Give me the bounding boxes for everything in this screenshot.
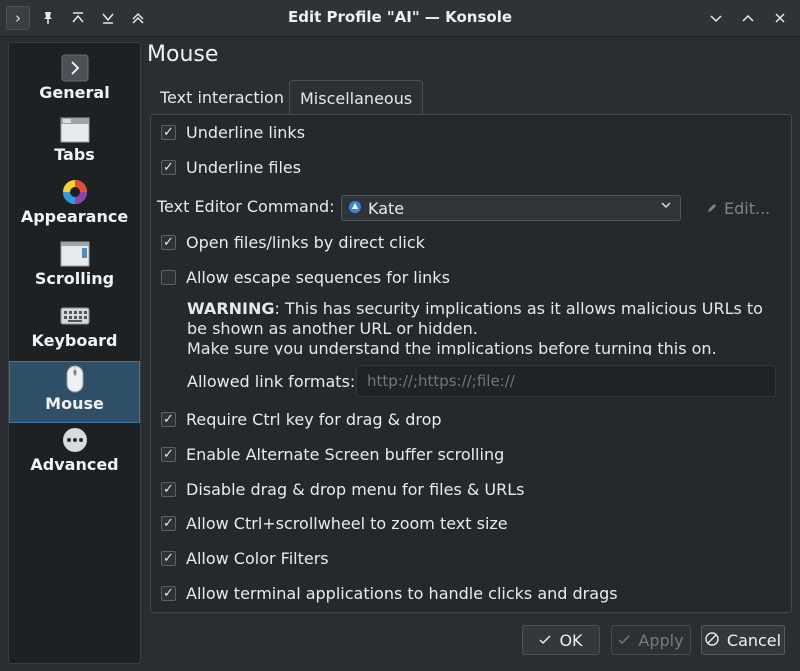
allowed-formats-field[interactable]: [356, 365, 776, 397]
check-icon: [539, 631, 551, 650]
alt-screen-row[interactable]: ✓ Enable Alternate Screen buffer scrolli…: [161, 445, 504, 464]
warning-strong: WARNING: [187, 299, 275, 318]
sidebar-item-label: Keyboard: [31, 331, 118, 350]
disable-dnd-menu-row[interactable]: ✓ Disable drag & drop menu for files & U…: [161, 480, 525, 499]
mouse-icon: [60, 364, 90, 394]
sidebar-item-advanced[interactable]: Advanced: [9, 423, 140, 485]
check-icon: [618, 631, 630, 650]
ellipsis-icon: [60, 425, 90, 455]
ctrl-scroll-zoom-row[interactable]: ✓ Allow Ctrl+scrollwheel to zoom text si…: [161, 514, 508, 533]
pencil-icon: [706, 199, 718, 218]
color-filters-checkbox[interactable]: ✓: [161, 551, 176, 566]
escape-sequences-row[interactable]: Allow escape sequences for links: [161, 268, 450, 287]
minimize-icon[interactable]: [704, 6, 728, 30]
keyboard-icon: [60, 301, 90, 331]
underline-links-label: Underline links: [186, 123, 306, 142]
sidebar-item-label: Appearance: [20, 207, 129, 226]
title-bar: › Edit Profile "AI" — Konsole: [0, 0, 800, 37]
ok-button[interactable]: OK: [522, 625, 600, 655]
sidebar-item-label: Tabs: [54, 145, 95, 164]
edit-button[interactable]: Edit...: [706, 195, 770, 221]
color-filters-row[interactable]: ✓ Allow Color Filters: [161, 549, 329, 568]
open-by-click-checkbox[interactable]: ✓: [161, 235, 176, 250]
page-title: Mouse: [147, 42, 219, 67]
tab-miscellaneous[interactable]: Miscellaneous: [289, 80, 424, 115]
allowed-formats-input[interactable]: [357, 366, 775, 396]
apply-button[interactable]: Apply: [611, 625, 691, 655]
underline-files-checkbox[interactable]: ✓: [161, 160, 176, 175]
require-ctrl-checkbox[interactable]: ✓: [161, 412, 176, 427]
underline-links-checkbox[interactable]: ✓: [161, 125, 176, 140]
text-editor-combo[interactable]: Kate: [341, 195, 681, 221]
security-warning: WARNING: This has security implications …: [187, 299, 787, 355]
sidebar-item-mouse[interactable]: Mouse: [9, 361, 140, 423]
title-bar-right-buttons: [704, 6, 792, 30]
terminal-clicks-row[interactable]: ✓ Allow terminal applications to handle …: [161, 584, 618, 603]
sidebar-item-tabs[interactable]: Tabs: [9, 113, 140, 175]
require-ctrl-label: Require Ctrl key for drag & drop: [186, 410, 442, 429]
tabs-icon: [60, 115, 90, 145]
sidebar-item-keyboard[interactable]: Keyboard: [9, 299, 140, 361]
apply-label: Apply: [638, 630, 684, 650]
sidebar-item-label: General: [39, 83, 110, 102]
maximize-icon[interactable]: [736, 6, 760, 30]
underline-links-row[interactable]: ✓ Underline links: [161, 123, 305, 142]
terminal-clicks-label: Allow terminal applications to handle cl…: [186, 584, 618, 603]
cancel-button[interactable]: Cancel: [701, 625, 785, 655]
escape-sequences-label: Allow escape sequences for links: [186, 268, 450, 287]
sidebar-item-general[interactable]: General: [9, 51, 140, 113]
close-icon[interactable]: [768, 6, 792, 30]
disable-dnd-menu-checkbox[interactable]: ✓: [161, 482, 176, 497]
terminal-clicks-checkbox[interactable]: ✓: [161, 586, 176, 601]
disable-dnd-menu-label: Disable drag & drop menu for files & URL…: [186, 480, 525, 499]
profile-sections-sidebar: General Tabs Appearance Scrolling Keyboa…: [8, 42, 141, 664]
sidebar-item-label: Mouse: [45, 394, 104, 413]
ok-label: OK: [559, 630, 583, 650]
warning-text-2: Make sure you understand the implication…: [187, 339, 717, 355]
chevron-right-icon: [60, 53, 90, 83]
allowed-formats-label: Allowed link formats:: [187, 372, 356, 391]
sidebar-item-appearance[interactable]: Appearance: [9, 175, 140, 237]
cancel-label: Cancel: [726, 630, 782, 650]
ctrl-scroll-zoom-label: Allow Ctrl+scrollwheel to zoom text size: [186, 514, 508, 533]
color-wheel-icon: [60, 177, 90, 207]
edit-button-label: Edit...: [724, 198, 771, 218]
scrollbar-icon: [60, 239, 90, 269]
kate-app-icon: [348, 199, 362, 218]
chevron-down-icon: [660, 199, 672, 214]
underline-files-row[interactable]: ✓ Underline files: [161, 158, 301, 177]
tab-text-interaction[interactable]: Text interaction: [150, 80, 294, 114]
alt-screen-checkbox[interactable]: ✓: [161, 447, 176, 462]
ctrl-scroll-zoom-checkbox[interactable]: ✓: [161, 516, 176, 531]
sidebar-item-label: Scrolling: [34, 269, 115, 288]
underline-files-label: Underline files: [186, 158, 302, 177]
open-by-click-row[interactable]: ✓ Open files/links by direct click: [161, 233, 425, 252]
sidebar-item-label: Advanced: [30, 455, 119, 474]
escape-sequences-checkbox[interactable]: [161, 270, 176, 285]
require-ctrl-row[interactable]: ✓ Require Ctrl key for drag & drop: [161, 410, 442, 429]
alt-screen-label: Enable Alternate Screen buffer scrolling: [186, 445, 505, 464]
cancel-icon: [705, 631, 719, 650]
miscellaneous-panel: ✓ Underline links ✓ Underline files Text…: [150, 114, 792, 613]
window-title: Edit Profile "AI" — Konsole: [287, 8, 513, 26]
sidebar-item-scrolling[interactable]: Scrolling: [9, 237, 140, 299]
open-by-click-label: Open files/links by direct click: [186, 233, 425, 252]
color-filters-label: Allow Color Filters: [186, 549, 329, 568]
text-editor-value: Kate: [368, 198, 405, 218]
text-editor-label: Text Editor Command:: [157, 197, 335, 216]
